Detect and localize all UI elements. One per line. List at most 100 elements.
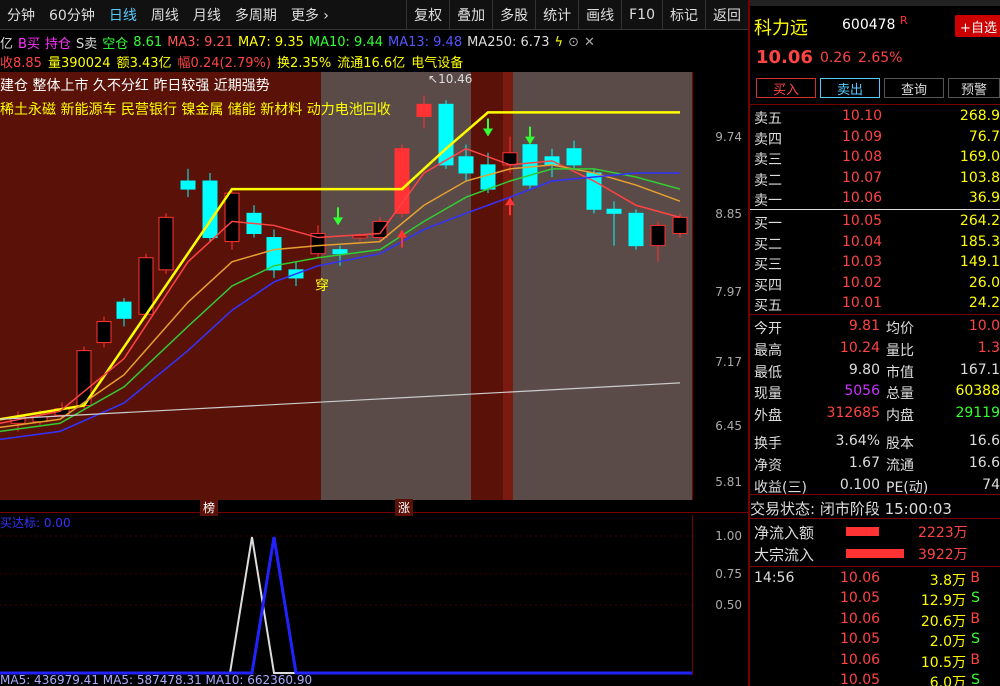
orderbook-row[interactable]: 卖五 10.10 268.9 [750,108,1000,128]
settings-icon[interactable]: ⊙ [568,35,579,50]
summary-sector[interactable]: 电气设备 [411,52,463,71]
chart-divider [0,512,748,513]
quote-value: 10.0 [968,318,1000,334]
summary-close: 收8.85 [0,55,42,71]
quote-value: 9.81 [848,318,880,334]
orderbook-row[interactable]: 买一 10.05 264.2 [750,213,1000,233]
quote-row: 现量 5056 总量 60388 [750,383,1000,403]
query-button[interactable]: 查询 [884,78,944,98]
flow-bar [846,549,904,558]
indicator-ma13: MA13: 9.48 [387,34,463,50]
tick-volume: 2.0万 [929,634,966,651]
panel-divider [750,518,1000,519]
last-price: 10.06 [756,47,813,68]
summary-float: 流通16.6亿 [337,55,406,71]
sell-button[interactable]: 卖出 [820,78,880,98]
orderbook-price: 10.03 [842,254,883,271]
quote-value: 1.3 [977,339,1000,356]
zone-background [0,72,321,500]
stock-name: 科力远 [754,18,808,39]
orderbook-center-line [750,209,1000,210]
quote-value: 3.64% [835,433,880,449]
panel-top-strip [750,0,1000,6]
tick-side: B [970,610,980,627]
period-more[interactable]: 更多 › [284,5,336,25]
orderbook-price: 10.08 [842,149,883,166]
quote-value: 9.80 [848,361,880,378]
orderbook-row[interactable]: 卖四 10.09 76.7 [750,129,1000,149]
orderbook-row[interactable]: 买四 10.02 26.0 [750,275,1000,295]
quote-row: 最高 10.24 量比 1.3 [750,340,1000,360]
quote-label: 最高 [754,342,782,359]
quote-value: 29119 [955,405,1000,422]
indicator-row: 亿 B买 持仓 S卖 空仓 8.61 MA3: 9.21 MA7: 9.35 M… [0,32,748,52]
tool-f10-button[interactable]: F10 [621,0,662,29]
orderbook-row[interactable]: 卖一 10.06 36.9 [750,190,1000,210]
tool-draw-button[interactable]: 画线 [578,0,621,29]
stock-code: 600478 [842,17,896,33]
tool-mark-button[interactable]: 标记 [662,0,705,29]
price-tick: 7.17 [715,355,742,369]
quote-value: 16.6 [968,454,1000,471]
quote-label: 市值 [886,364,914,381]
indicator-b-buy: B买 [18,36,40,52]
period-multi[interactable]: 多周期 [228,5,284,25]
buy-button[interactable]: 买入 [756,78,816,98]
tool-multistock-button[interactable]: 多股 [492,0,535,29]
summary-amount: 额3.43亿 [116,55,172,71]
orderbook-row[interactable]: 买三 10.03 149.1 [750,254,1000,274]
alert-button[interactable]: 预警 [948,78,1000,98]
orderbook-row[interactable]: 卖三 10.08 169.0 [750,149,1000,169]
tool-adjust-button[interactable]: 复权 [406,0,449,29]
zone-background [503,72,513,500]
tick-price: 10.06 [840,610,881,627]
quote-value: 1.67 [848,454,880,471]
tool-stats-button[interactable]: 统计 [535,0,578,29]
add-watchlist-button[interactable]: +自选 [955,15,1000,37]
period-60min[interactable]: 60分钟 [42,5,102,25]
lightning-icon[interactable]: ϟ [554,35,563,50]
quote-row: 今开 9.81 均价 10.0 [750,318,1000,338]
tick-price: 10.06 [840,570,881,586]
period-minute[interactable]: 分钟 [0,5,42,25]
flow-value: 2223万 [918,525,968,541]
tool-overlay-button[interactable]: 叠加 [449,0,492,29]
candlestick-chart[interactable] [0,72,692,500]
tick-side: B [970,570,980,586]
price-tick: 9.74 [715,130,742,144]
tick-time: 14:56 [754,570,795,586]
orderbook-row[interactable]: 买二 10.04 185.3 [750,234,1000,254]
quote-label: 流通 [886,457,914,474]
period-monthly[interactable]: 月线 [186,5,228,25]
candle-body [522,144,538,186]
high-price-value: 10.46 [438,72,473,86]
tick-volume: 20.6万 [920,613,966,630]
price-tick: 5.81 [715,475,742,489]
tick-price: 10.06 [840,651,881,668]
orderbook-volume: 149.1 [959,254,1000,271]
close-icon[interactable]: ✕ [584,35,595,50]
orderbook-level: 买三 [754,257,782,274]
orderbook-row[interactable]: 买五 10.01 24.2 [750,295,1000,315]
period-more-label: 更多 [290,7,319,24]
chevron-right-icon: › [323,7,329,24]
indicator-empty: 空仓 [102,36,129,52]
tool-back-button[interactable]: 返回 [705,0,748,29]
candle-body [224,192,240,243]
period-daily[interactable]: 日线 [102,5,144,25]
orderbook-volume: 24.2 [968,295,1000,312]
signal-chart[interactable] [0,515,692,675]
quote-label: 现量 [754,386,782,403]
orderbook-price: 10.01 [842,295,883,312]
margin-mark: R [900,14,908,27]
zhang-marker: 涨 [395,499,414,516]
orderbook-volume: 26.0 [968,274,1000,291]
period-weekly[interactable]: 周线 [144,5,186,25]
quote-value: 5056 [844,383,880,400]
concept-tags-1: 建仓 整体上市 久不分红 昨日较强 近期强势 [0,78,270,94]
orderbook-row[interactable]: 卖二 10.07 103.8 [750,170,1000,190]
price-summary-row: 收8.85 量390024 额3.43亿 幅0.24(2.79%) 换2.35%… [0,51,748,71]
tick-volume: 6.0万 [929,675,966,686]
price-tick: 7.97 [715,285,742,299]
candle-body [438,103,454,166]
